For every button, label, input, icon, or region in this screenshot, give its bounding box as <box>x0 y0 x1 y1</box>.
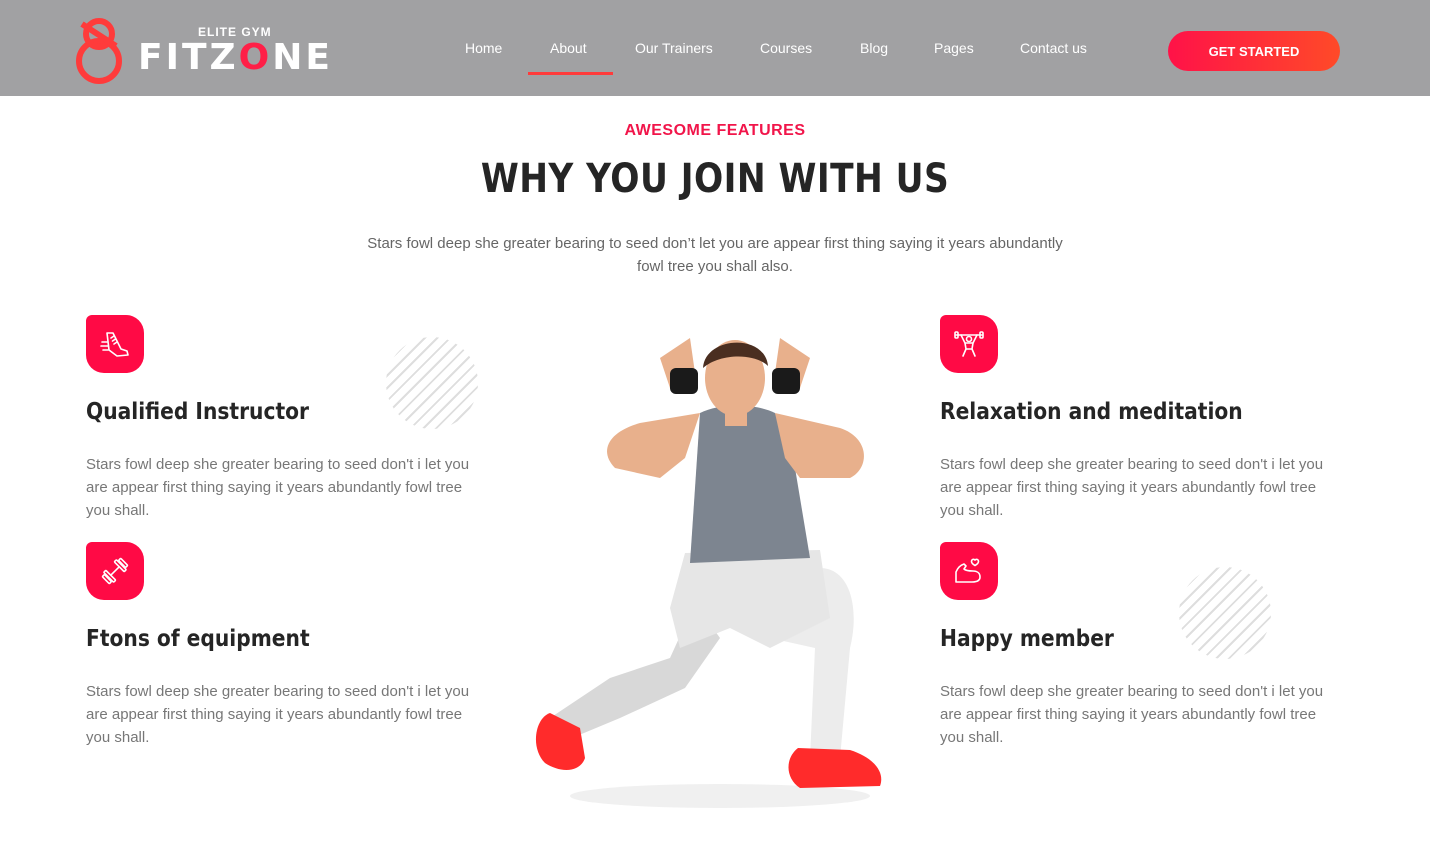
feature-text: Stars fowl deep she greater bearing to s… <box>940 683 1324 746</box>
feature-text: Stars fowl deep she greater bearing to s… <box>86 683 470 746</box>
weightlifter-icon <box>940 315 998 373</box>
dumbbell-icon <box>86 542 144 600</box>
nav-item-courses[interactable]: Courses <box>760 40 812 56</box>
nav-item-blog[interactable]: Blog <box>860 40 888 56</box>
active-nav-indicator <box>528 72 613 75</box>
feature-relaxation-and-meditation: Relaxation and meditation Stars fowl dee… <box>940 315 1340 525</box>
nav-item-contact-us[interactable]: Contact us <box>1020 40 1087 56</box>
feature-title: Qualified Instructor <box>86 399 310 425</box>
feature-title: Ftons of equipment <box>86 626 310 652</box>
nav-item-home[interactable]: Home <box>465 40 502 56</box>
feature-title: Happy member <box>940 626 1114 652</box>
nav-item-pages[interactable]: Pages <box>934 40 974 56</box>
section-lead: Stars fowl deep she greater bearing to s… <box>367 235 1063 275</box>
feature-text: Stars fowl deep she greater bearing to s… <box>86 456 470 519</box>
site-header: ELITE GYM FITZONE Home About Our Trainer… <box>0 0 1430 96</box>
section-kicker: AWESOME FEATURES <box>624 122 806 139</box>
feature-tons-of-equipment: Ftons of equipment Stars fowl deep she g… <box>86 542 486 752</box>
feature-text: Stars fowl deep she greater bearing to s… <box>940 456 1324 519</box>
feature-happy-member: Happy member Stars fowl deep she greater… <box>940 542 1340 752</box>
section-title: WHY YOU JOIN WITH US <box>480 156 950 202</box>
nav-item-our-trainers[interactable]: Our Trainers <box>635 40 713 56</box>
athlete-image <box>535 338 882 808</box>
flexed-arm-heart-icon <box>940 542 998 600</box>
feature-qualified-instructor: Qualified Instructor Stars fowl deep she… <box>86 315 486 525</box>
feature-title: Relaxation and meditation <box>940 399 1243 425</box>
running-shoe-icon <box>86 315 144 373</box>
nav-item-about[interactable]: About <box>550 40 587 56</box>
get-started-button[interactable]: GET STARTED <box>1168 31 1340 71</box>
